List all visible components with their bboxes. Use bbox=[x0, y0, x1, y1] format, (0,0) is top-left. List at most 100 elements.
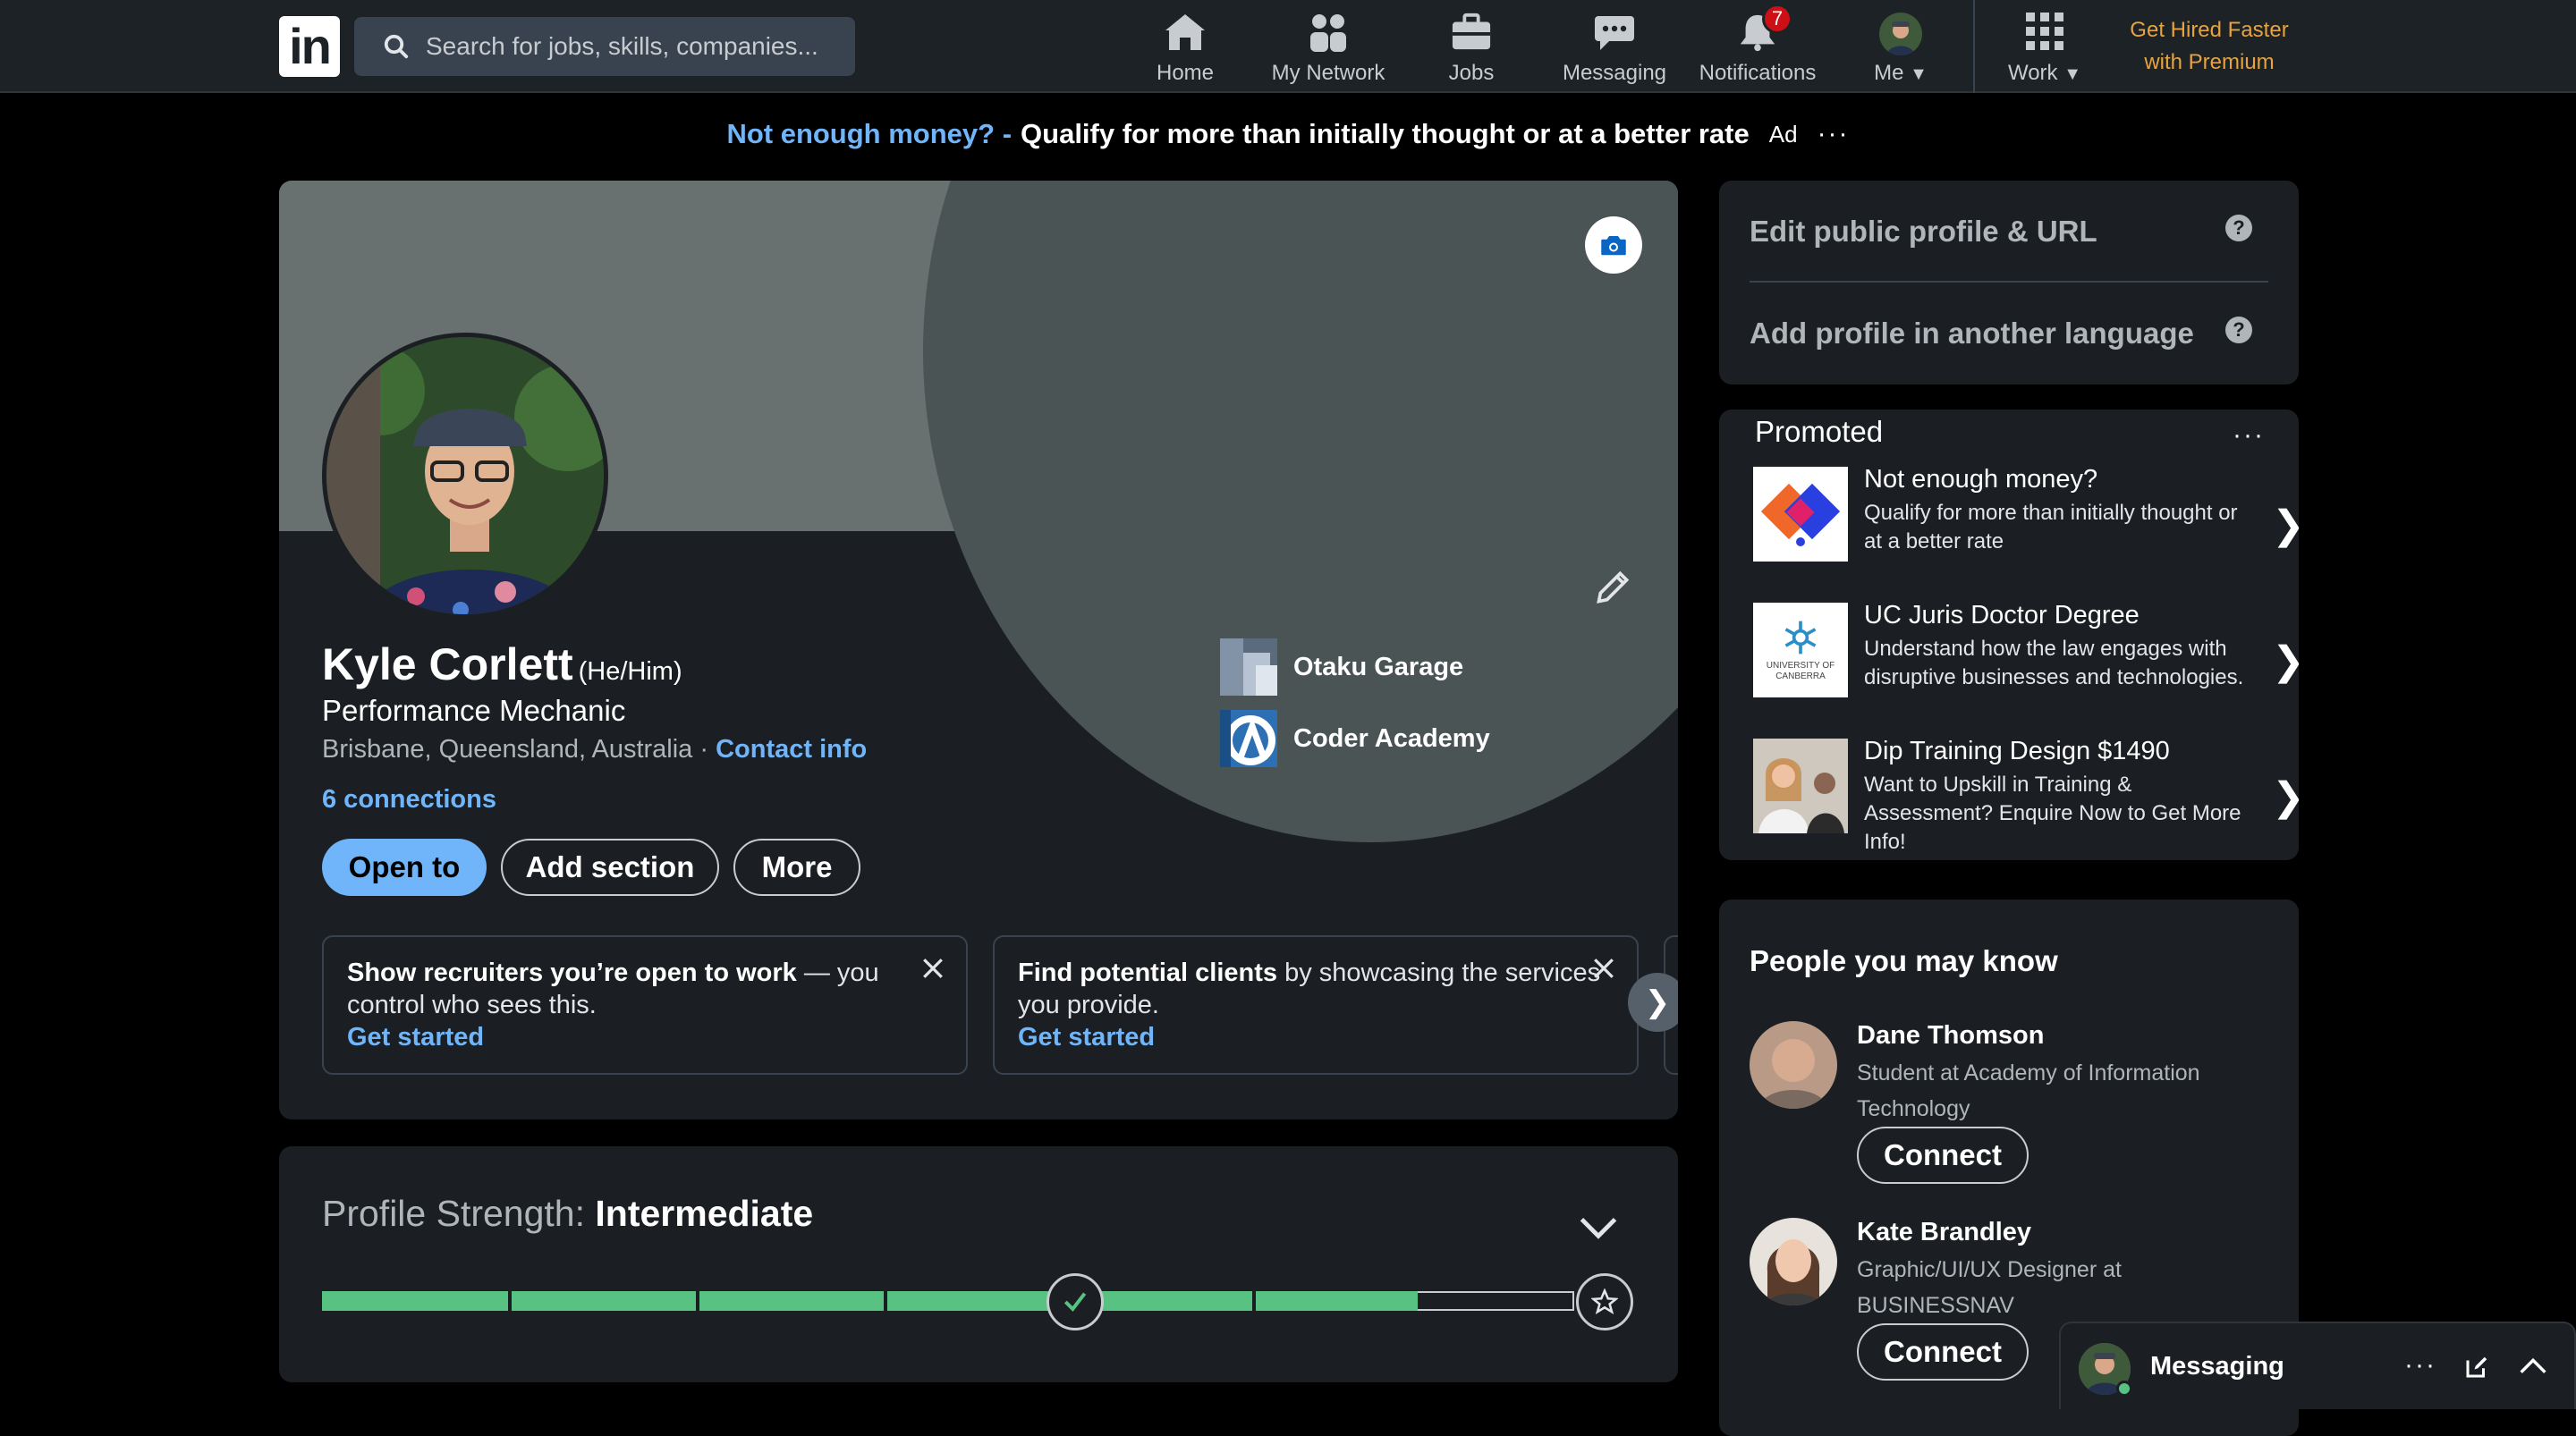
search-placeholder: Search for jobs, skills, companies... bbox=[426, 32, 818, 60]
ad-headline[interactable]: Not enough money? - bbox=[726, 118, 1012, 150]
org-coder-academy[interactable]: Coder Academy bbox=[1220, 710, 1490, 767]
edit-public-profile-link[interactable]: Edit public profile & URL bbox=[1750, 215, 2097, 249]
find-clients-tip: Find potential clients by showcasing the… bbox=[993, 935, 1639, 1075]
profile-settings-card: Edit public profile & URL ? Add profile … bbox=[1719, 181, 2299, 384]
ad-banner[interactable]: Not enough money? - Qualify for more tha… bbox=[0, 114, 2576, 154]
chevron-right-icon[interactable]: ❯ bbox=[2272, 774, 2299, 820]
add-language-profile-link[interactable]: Add profile in another language bbox=[1750, 317, 2194, 351]
connect-button[interactable]: Connect bbox=[1857, 1127, 2029, 1184]
profile-photo[interactable] bbox=[322, 333, 608, 619]
nav-divider bbox=[1973, 0, 1975, 93]
chevron-up-icon[interactable] bbox=[2519, 1357, 2547, 1375]
coder-academy-logo bbox=[1220, 710, 1277, 767]
camera-icon[interactable] bbox=[1585, 216, 1642, 274]
star-milestone-icon bbox=[1576, 1273, 1633, 1330]
ad-more-icon[interactable]: ··· bbox=[1818, 119, 1850, 149]
promo-title: Dip Training Design $1490 bbox=[1864, 737, 2170, 765]
open-to-button[interactable]: Open to bbox=[322, 839, 487, 896]
chevron-down-icon[interactable] bbox=[1578, 1216, 1619, 1239]
nav-me-label: Me ▼ bbox=[1874, 61, 1928, 85]
grid-icon bbox=[2026, 13, 2063, 50]
promoted-title: Promoted bbox=[1755, 415, 1884, 448]
compose-icon[interactable] bbox=[2463, 1354, 2490, 1381]
person-avatar[interactable] bbox=[1750, 1021, 1837, 1109]
close-icon[interactable] bbox=[1592, 957, 1615, 980]
close-icon[interactable] bbox=[921, 957, 945, 980]
tip-text: Find potential clients by showcasing the… bbox=[1018, 959, 1601, 1019]
pronouns: (He/Him) bbox=[578, 657, 682, 686]
logo-text: in bbox=[289, 18, 332, 74]
promo-logo: UNIVERSITY OF CANBERRA bbox=[1753, 603, 1848, 697]
add-section-button[interactable]: Add section bbox=[501, 839, 719, 896]
more-options-icon[interactable]: ··· bbox=[2233, 420, 2265, 451]
messaging-dock[interactable]: Messaging ··· bbox=[2059, 1322, 2576, 1409]
person-desc: Student at Academy of Information Techno… bbox=[1857, 1060, 2200, 1121]
person-name[interactable]: Dane Thomson bbox=[1857, 1021, 2044, 1051]
profile-location: Brisbane, Queensland, Australia · Contac… bbox=[322, 735, 868, 764]
person-desc: Graphic/UI/UX Designer at BUSINESSNAV bbox=[1857, 1257, 2122, 1318]
briefcase-icon bbox=[1452, 13, 1491, 50]
pymk-title: People you may know bbox=[1750, 944, 2058, 977]
profile-strength-card: Profile Strength: Intermediate bbox=[279, 1146, 1678, 1382]
open-to-work-tip: Show recruiters you’re open to work — yo… bbox=[322, 935, 968, 1075]
home-icon bbox=[1165, 14, 1205, 50]
nav-notifications[interactable]: 7 Notifications bbox=[1690, 4, 1825, 86]
org-name: Coder Academy bbox=[1293, 723, 1490, 753]
avatar-icon bbox=[1879, 13, 1922, 55]
promo-title: Not enough money? bbox=[1864, 465, 2098, 494]
get-started-link[interactable]: Get started bbox=[347, 1023, 484, 1052]
nav-jobs[interactable]: Jobs bbox=[1431, 9, 1512, 86]
more-button[interactable]: More bbox=[733, 839, 860, 896]
nav-me[interactable]: Me ▼ bbox=[1860, 9, 1941, 86]
premium-line1: Get Hired Faster bbox=[2130, 18, 2289, 42]
help-icon[interactable]: ? bbox=[2225, 317, 2252, 343]
nav-messaging[interactable]: Messaging bbox=[1556, 9, 1673, 86]
search-icon bbox=[384, 34, 409, 59]
person-avatar[interactable] bbox=[1750, 1218, 1837, 1305]
divider bbox=[1750, 281, 2268, 283]
promo-desc: Qualify for more than initially thought … bbox=[1864, 501, 2238, 553]
connections-link[interactable]: 6 connections bbox=[322, 785, 496, 815]
chevron-right-icon[interactable]: ❯ bbox=[2272, 638, 2299, 684]
nav-jobs-label: Jobs bbox=[1448, 61, 1495, 85]
chat-icon bbox=[1595, 16, 1634, 50]
premium-line2: with Premium bbox=[2144, 50, 2275, 74]
nav-my-network[interactable]: My Network bbox=[1261, 9, 1395, 86]
edit-pencil-icon[interactable] bbox=[1594, 567, 1633, 606]
promo-logo bbox=[1753, 467, 1848, 562]
nav-home-label: Home bbox=[1156, 61, 1215, 85]
promo-logo-text: UNIVERSITY OF CANBERRA bbox=[1766, 661, 1835, 681]
otaku-garage-logo bbox=[1220, 638, 1277, 696]
more-options-icon[interactable]: ··· bbox=[2404, 1350, 2436, 1381]
connect-button[interactable]: Connect bbox=[1857, 1323, 2029, 1381]
linkedin-logo[interactable]: in bbox=[279, 16, 340, 77]
nav-work[interactable]: Work ▼ bbox=[2000, 9, 2089, 86]
org-otaku-garage[interactable]: Otaku Garage bbox=[1220, 638, 1463, 696]
person-name[interactable]: Kate Brandley bbox=[1857, 1218, 2031, 1247]
chevron-down-icon: ▼ bbox=[1910, 64, 1928, 84]
get-started-link[interactable]: Get started bbox=[1018, 1023, 1155, 1052]
notification-badge: 7 bbox=[1762, 4, 1792, 34]
help-icon[interactable]: ? bbox=[2225, 215, 2252, 241]
online-status-dot bbox=[2116, 1381, 2132, 1397]
promoted-card: Promoted ··· Not enough money? Qualify f… bbox=[1719, 410, 2299, 860]
network-icon bbox=[1310, 14, 1346, 52]
contact-info-link[interactable]: Contact info bbox=[716, 735, 867, 764]
ad-label: Ad bbox=[1768, 120, 1798, 148]
profile-headline: Performance Mechanic bbox=[322, 694, 626, 727]
ad-text[interactable]: Qualify for more than initially thought … bbox=[1021, 118, 1750, 150]
chevron-down-icon: ▼ bbox=[2063, 64, 2082, 84]
profile-name: Kyle Corlett (He/Him) bbox=[322, 639, 682, 689]
nav-my-network-label: My Network bbox=[1271, 61, 1385, 85]
chevron-right-icon[interactable]: ❯ bbox=[2272, 503, 2299, 548]
promo-logo bbox=[1753, 739, 1848, 833]
nav-work-label: Work ▼ bbox=[2007, 61, 2082, 85]
nav-home[interactable]: Home bbox=[1145, 9, 1225, 86]
strength-progress-bar bbox=[322, 1291, 1574, 1311]
nav-messaging-label: Messaging bbox=[1562, 61, 1667, 85]
premium-link[interactable]: Get Hired Faster with Premium bbox=[2107, 14, 2311, 79]
promo-title: UC Juris Doctor Degree bbox=[1864, 601, 2140, 629]
search-input[interactable]: Search for jobs, skills, companies... bbox=[354, 17, 855, 76]
check-milestone-icon bbox=[1046, 1273, 1104, 1330]
profile-strength-title: Profile Strength: Intermediate bbox=[322, 1193, 814, 1234]
